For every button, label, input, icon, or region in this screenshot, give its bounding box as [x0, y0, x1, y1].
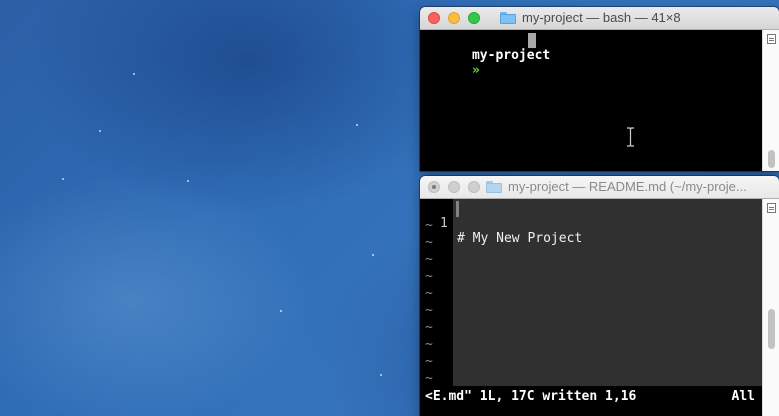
desktop-speck	[187, 180, 189, 182]
split-pane-icon[interactable]	[767, 203, 776, 213]
prompt-text: my-project	[471, 48, 551, 63]
desktop-speck	[133, 73, 135, 75]
cursor-block	[456, 201, 459, 217]
empty-line-marker: ~	[425, 269, 433, 284]
prompt-symbol: »	[471, 63, 480, 78]
vim-buffer[interactable]: 1 # My New Project ~ ~ ~ ~ ~ ~ ~ ~ ~ ~	[420, 199, 763, 386]
close-button[interactable]	[428, 181, 440, 193]
vim-editor[interactable]: 1 # My New Project ~ ~ ~ ~ ~ ~ ~ ~ ~ ~ <…	[420, 199, 763, 416]
bash-scroll-thumb[interactable]	[768, 150, 775, 168]
empty-line-marker: ~	[425, 320, 433, 335]
empty-line-marker: ~	[425, 354, 433, 369]
vim-scrollbar[interactable]	[762, 199, 779, 416]
terminal-cursor	[528, 33, 536, 48]
bash-terminal-window[interactable]: my-project — bash — 41×8 my-project »	[420, 7, 779, 171]
desktop-speck	[280, 310, 282, 312]
desktop-speck	[372, 254, 374, 256]
empty-line-marker: ~	[425, 218, 433, 233]
line-number: 1	[440, 216, 448, 231]
vim-status-message: <E.md" 1L, 17C written 1,16	[425, 389, 637, 404]
empty-line-marker: ~	[425, 235, 433, 250]
vim-status-line: <E.md" 1L, 17C written 1,16 All	[420, 386, 763, 416]
empty-line-marker: ~	[425, 337, 433, 352]
empty-line-marker: ~	[425, 371, 433, 386]
desktop-speck	[99, 130, 101, 132]
zoom-button[interactable]	[468, 181, 480, 193]
bash-scrollbar[interactable]	[762, 30, 779, 171]
zoom-button[interactable]	[468, 12, 480, 24]
minimize-button[interactable]	[448, 181, 460, 193]
vim-line-1: 1 # My New Project	[420, 201, 582, 246]
desktop-speck	[356, 124, 358, 126]
close-button[interactable]	[428, 12, 440, 24]
vim-window-titlebar[interactable]: my-project — README.md (~/my-proje...	[420, 176, 779, 199]
line-text: # My New Project	[457, 231, 583, 246]
desktop-speck	[62, 178, 64, 180]
empty-line-marker: ~	[425, 286, 433, 301]
folder-icon	[500, 11, 516, 24]
desktop-speck	[380, 374, 382, 376]
empty-line-marker: ~	[425, 252, 433, 267]
empty-line-marker: ~	[425, 303, 433, 318]
minimize-button[interactable]	[448, 12, 460, 24]
bash-window-title: my-project — bash — 41×8	[522, 10, 681, 25]
vim-status-position: All	[731, 389, 755, 404]
vim-window-title: my-project — README.md (~/my-proje...	[508, 179, 747, 194]
vim-terminal-window[interactable]: my-project — README.md (~/my-proje... 1 …	[420, 176, 779, 416]
bash-terminal-content[interactable]: my-project »	[420, 30, 763, 171]
text-cursor-icon	[627, 127, 634, 147]
folder-icon	[486, 180, 502, 193]
bash-window-titlebar[interactable]: my-project — bash — 41×8	[420, 7, 779, 30]
split-pane-icon[interactable]	[767, 34, 776, 44]
vim-scroll-thumb[interactable]	[768, 309, 775, 349]
